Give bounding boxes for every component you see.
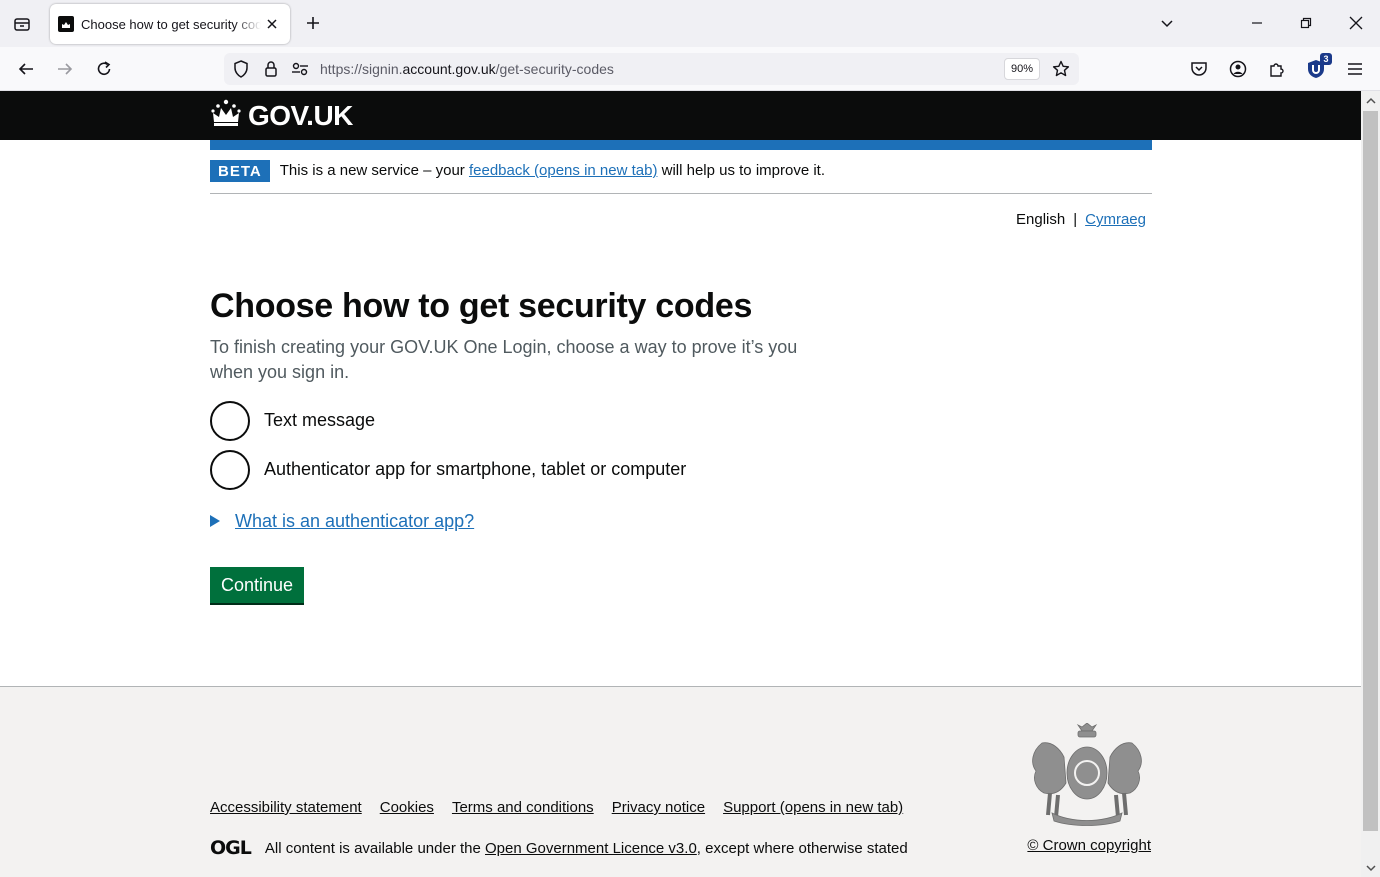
govuk-header: GOV.UK bbox=[0, 91, 1361, 140]
security-code-options: Text message Authenticator app for smart… bbox=[210, 400, 1152, 490]
licence-link[interactable]: Open Government Licence v3.0 bbox=[485, 840, 697, 857]
zoom-level-badge[interactable]: 90% bbox=[1004, 58, 1041, 80]
tab-close-icon[interactable] bbox=[262, 14, 282, 34]
language-welsh-link[interactable]: Cymraeg bbox=[1085, 211, 1146, 228]
feedback-link[interactable]: feedback (opens in new tab) bbox=[469, 162, 657, 179]
govuk-logo-text: GOV.UK bbox=[248, 99, 353, 131]
page-scrollbar[interactable] bbox=[1361, 91, 1380, 877]
language-current: English bbox=[1016, 211, 1066, 228]
radio-button[interactable] bbox=[210, 449, 250, 490]
close-window-icon[interactable] bbox=[1341, 8, 1371, 38]
footer-link-terms[interactable]: Terms and conditions bbox=[452, 799, 594, 816]
language-toggle: English | Cymraeg bbox=[1016, 211, 1146, 228]
scroll-up-arrow-icon[interactable] bbox=[1365, 95, 1376, 106]
radio-label: Authenticator app for smartphone, tablet… bbox=[264, 459, 687, 480]
phase-banner: BETA This is a new service – your feedba… bbox=[210, 160, 1152, 194]
list-all-tabs-chevron-icon[interactable] bbox=[1152, 8, 1182, 38]
footer-link-accessibility[interactable]: Accessibility statement bbox=[210, 799, 362, 816]
beta-tag: BETA bbox=[210, 160, 270, 182]
extensions-puzzle-icon[interactable] bbox=[1264, 56, 1290, 82]
ublock-extension-icon[interactable]: 3 bbox=[1303, 53, 1332, 82]
new-tab-icon[interactable] bbox=[300, 10, 326, 36]
tracking-protection-shield-icon[interactable] bbox=[232, 60, 250, 78]
reload-icon[interactable] bbox=[89, 54, 119, 84]
language-separator: | bbox=[1073, 211, 1078, 228]
radio-option-text-message[interactable]: Text message bbox=[210, 400, 1152, 441]
footer-link-support[interactable]: Support (opens in new tab) bbox=[723, 799, 903, 816]
footer-links: Accessibility statement Cookies Terms an… bbox=[210, 799, 921, 816]
browser-tab-active[interactable]: Choose how to get security codes bbox=[50, 4, 290, 44]
crown-copyright-link[interactable]: © Crown copyright bbox=[1027, 837, 1151, 854]
continue-button[interactable]: Continue bbox=[210, 566, 305, 603]
bookmark-star-icon[interactable] bbox=[1051, 59, 1071, 79]
browser-nav-bar: https://signin.account.gov.uk/get-securi… bbox=[0, 47, 1380, 91]
minimize-icon[interactable] bbox=[1242, 8, 1272, 38]
details-summary-link[interactable]: What is an authenticator app? bbox=[235, 511, 474, 532]
ogl-logo: OGL bbox=[210, 837, 252, 859]
browser-tab-bar: Choose how to get security codes bbox=[0, 0, 1380, 47]
licence-row: OGL All content is available under the O… bbox=[210, 837, 908, 859]
back-icon[interactable] bbox=[11, 54, 41, 84]
details-authenticator-app[interactable]: What is an authenticator app? bbox=[210, 511, 1152, 532]
page-hint: To finish creating your GOV.UK One Login… bbox=[210, 336, 798, 382]
main-content: Choose how to get security codes To fini… bbox=[210, 286, 1152, 603]
disclosure-triangle-icon bbox=[210, 515, 220, 528]
account-icon[interactable] bbox=[1225, 56, 1251, 82]
lock-icon[interactable] bbox=[262, 60, 280, 78]
tab-title: Choose how to get security codes bbox=[81, 16, 261, 32]
forward-icon[interactable] bbox=[50, 54, 80, 84]
radio-label: Text message bbox=[264, 410, 376, 431]
crown-icon bbox=[210, 98, 242, 133]
page-viewport: GOV.UK BETA This is a new service – your… bbox=[0, 91, 1361, 877]
radio-button[interactable] bbox=[210, 400, 250, 441]
licence-text: All content is available under the Open … bbox=[264, 839, 908, 857]
restore-icon[interactable] bbox=[1291, 8, 1321, 38]
govuk-footer: Accessibility statement Cookies Terms an… bbox=[0, 686, 1361, 877]
page-permissions-icon[interactable] bbox=[291, 60, 309, 78]
radio-option-authenticator-app[interactable]: Authenticator app for smartphone, tablet… bbox=[210, 449, 1152, 490]
app-menu-hamburger-icon[interactable] bbox=[1342, 56, 1368, 82]
scroll-down-arrow-icon[interactable] bbox=[1365, 862, 1376, 873]
extension-count-badge: 3 bbox=[1320, 53, 1332, 65]
footer-link-privacy[interactable]: Privacy notice bbox=[612, 799, 705, 816]
phase-banner-text: This is a new service – your feedback (o… bbox=[279, 162, 826, 179]
pocket-icon[interactable] bbox=[1186, 56, 1212, 82]
header-blue-rule bbox=[210, 140, 1152, 150]
govuk-favicon-icon bbox=[58, 16, 74, 32]
tab-list-icon[interactable] bbox=[8, 10, 36, 38]
royal-coat-of-arms-icon bbox=[1022, 722, 1152, 828]
footer-link-cookies[interactable]: Cookies bbox=[380, 799, 434, 816]
govuk-logo-link[interactable]: GOV.UK bbox=[210, 98, 353, 133]
address-bar[interactable]: https://signin.account.gov.uk/get-securi… bbox=[224, 53, 1079, 85]
page-title: Choose how to get security codes bbox=[210, 287, 753, 325]
scrollbar-thumb[interactable] bbox=[1363, 111, 1378, 831]
url-text: https://signin.account.gov.uk/get-securi… bbox=[320, 61, 614, 77]
